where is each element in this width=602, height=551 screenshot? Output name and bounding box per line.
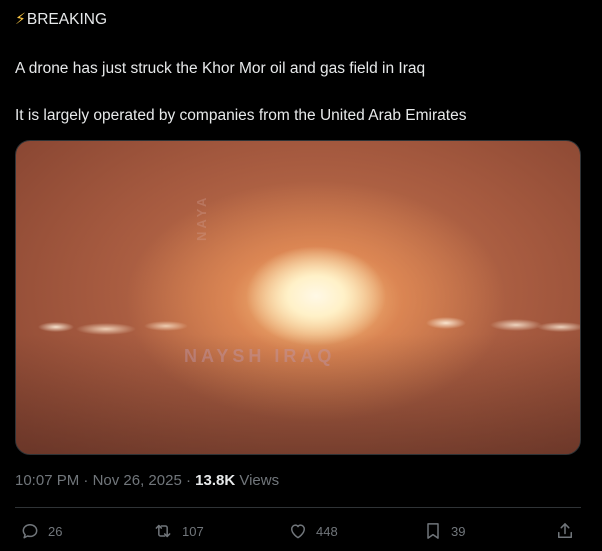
video-watermark-vertical: NAYA [194, 194, 209, 241]
tweet-meta: 10:07 PM · Nov 26, 2025 · 13.8K Views [15, 472, 279, 489]
heart-icon [291, 524, 305, 539]
bookmark-icon [427, 523, 439, 539]
reply-count: 26 [48, 523, 63, 539]
meta-separator: · [83, 472, 93, 489]
bookmark-button[interactable]: 39 [423, 518, 465, 544]
headline-text: BREAKING [26, 11, 107, 28]
tweet-date[interactable]: Nov 26, 2025 [93, 472, 182, 489]
tweet: ⚡BREAKING A drone has just struck the Kh… [0, 0, 602, 551]
share-button[interactable] [555, 518, 575, 544]
like-button[interactable]: 448 [288, 518, 338, 544]
reply-icon [22, 524, 38, 539]
tweet-video[interactable]: NAYA NAYSH IRAQ [15, 140, 581, 455]
reply-button[interactable]: 26 [20, 518, 62, 544]
divider [15, 507, 581, 508]
lightning-bolt-icon: ⚡ [15, 11, 26, 28]
tweet-text-line-1: A drone has just struck the Khor Mor oil… [15, 60, 426, 77]
video-watermark: NAYSH IRAQ [184, 346, 336, 366]
action-bar: 26 107 448 39 [0, 518, 602, 544]
tweet-headline: ⚡BREAKING [15, 10, 107, 30]
repost-icon [155, 524, 171, 538]
repost-button[interactable]: 107 [152, 518, 204, 544]
like-count: 448 [316, 523, 338, 539]
meta-separator: · [185, 472, 196, 489]
views-label: Views [239, 472, 280, 489]
share-icon [558, 523, 572, 538]
tweet-text-line-2: It is largely operated by companies from… [15, 107, 467, 124]
bookmark-count: 39 [451, 523, 466, 539]
views-count: 13.8K [195, 472, 236, 489]
tweet-time[interactable]: 10:07 PM [15, 472, 79, 489]
repost-count: 107 [182, 523, 204, 539]
